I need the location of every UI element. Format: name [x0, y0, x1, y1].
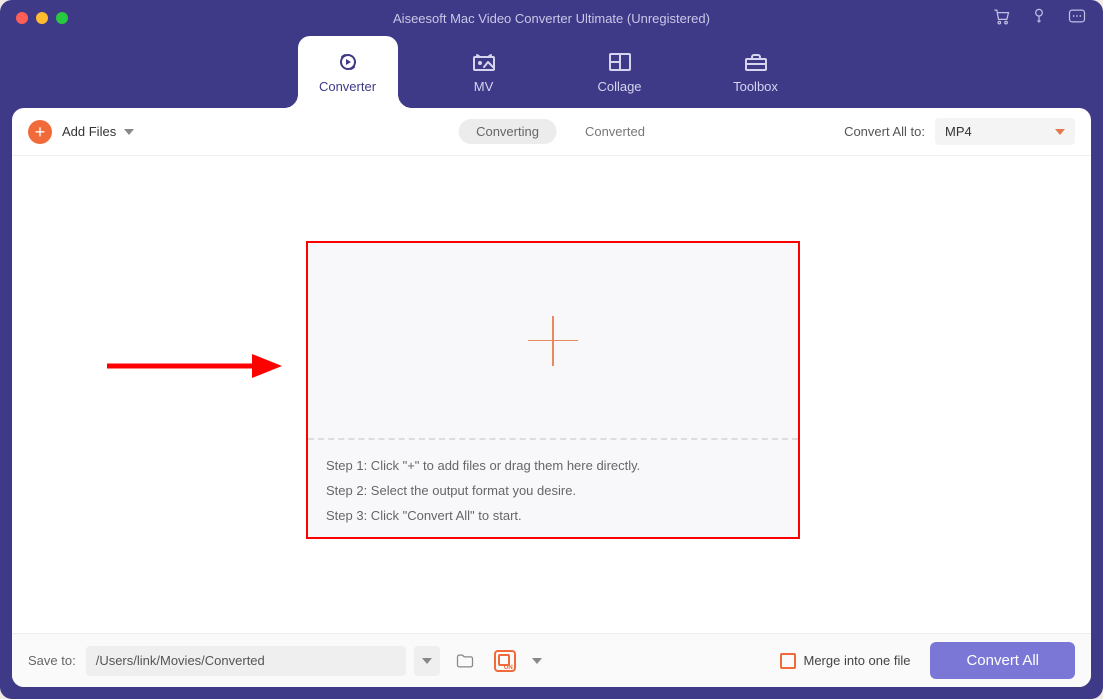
folder-icon: [455, 651, 475, 671]
checkbox-icon: [780, 653, 796, 669]
maximize-window-button[interactable]: [56, 12, 68, 24]
step-2-text: Step 2: Select the output format you des…: [326, 483, 780, 498]
tab-mv[interactable]: MV: [434, 36, 534, 108]
content-area: Step 1: Click "+" to add files or drag t…: [12, 156, 1091, 633]
save-to-label: Save to:: [28, 653, 76, 668]
step-1-text: Step 1: Click "+" to add files or drag t…: [326, 458, 780, 473]
app-window: Aiseesoft Mac Video Converter Ultimate (…: [0, 0, 1103, 699]
add-files-dropdown[interactable]: [124, 129, 134, 135]
drop-zone-click-area[interactable]: [308, 243, 798, 440]
add-files-button[interactable]: + Add Files: [28, 120, 116, 144]
chevron-down-icon: [1055, 129, 1065, 135]
chevron-down-icon: [124, 129, 134, 135]
drop-zone-instructions: Step 1: Click "+" to add files or drag t…: [308, 440, 798, 537]
titlebar-actions: [991, 6, 1087, 31]
open-folder-button[interactable]: [450, 646, 480, 676]
tab-collage-label: Collage: [597, 79, 641, 94]
tab-converting[interactable]: Converting: [458, 119, 557, 144]
output-format-select[interactable]: MP4: [935, 118, 1075, 145]
save-path-field[interactable]: /Users/link/Movies/Converted: [86, 646, 406, 676]
add-files-label: Add Files: [62, 124, 116, 139]
drop-zone[interactable]: Step 1: Click "+" to add files or drag t…: [306, 241, 800, 539]
plus-icon: [528, 316, 578, 366]
settings-button[interactable]: [530, 658, 542, 664]
save-path-value: /Users/link/Movies/Converted: [96, 653, 265, 668]
window-title: Aiseesoft Mac Video Converter Ultimate (…: [0, 11, 1103, 26]
convert-all-button[interactable]: Convert All: [930, 642, 1075, 679]
tab-converter[interactable]: Converter: [298, 36, 398, 108]
tab-collage[interactable]: Collage: [570, 36, 670, 108]
toolbar: + Add Files Converting Converted Convert…: [12, 108, 1091, 156]
plus-icon: +: [28, 120, 52, 144]
titlebar: Aiseesoft Mac Video Converter Ultimate (…: [0, 0, 1103, 36]
status-tabs: Converting Converted: [458, 119, 645, 144]
tab-toolbox[interactable]: Toolbox: [706, 36, 806, 108]
step-3-text: Step 3: Click "Convert All" to start.: [326, 508, 780, 523]
annotation-arrow: [102, 351, 282, 381]
close-window-button[interactable]: [16, 12, 28, 24]
gpu-accel-button[interactable]: ON: [490, 646, 520, 676]
cart-icon[interactable]: [991, 6, 1011, 31]
output-format-value: MP4: [945, 124, 972, 139]
traffic-lights: [0, 12, 68, 24]
footer-bar: Save to: /Users/link/Movies/Converted ON…: [12, 633, 1091, 687]
tab-mv-label: MV: [474, 79, 494, 94]
tab-converter-label: Converter: [319, 79, 376, 94]
menu-icon[interactable]: [1067, 6, 1087, 31]
convert-all-to-label: Convert All to:: [844, 124, 925, 139]
merge-checkbox[interactable]: Merge into one file: [780, 653, 911, 669]
main-tabs: Converter MV Collage Toolbox: [0, 36, 1103, 108]
tab-toolbox-label: Toolbox: [733, 79, 778, 94]
gpu-icon: ON: [494, 650, 516, 672]
chevron-down-icon: [422, 658, 432, 664]
chevron-down-icon: [532, 658, 542, 664]
save-path-dropdown[interactable]: [414, 646, 440, 676]
tab-converted[interactable]: Converted: [585, 124, 645, 139]
convert-all-to-group: Convert All to: MP4: [844, 118, 1075, 145]
key-icon[interactable]: [1029, 6, 1049, 31]
minimize-window-button[interactable]: [36, 12, 48, 24]
main-panel: + Add Files Converting Converted Convert…: [12, 108, 1091, 687]
merge-label: Merge into one file: [804, 653, 911, 668]
